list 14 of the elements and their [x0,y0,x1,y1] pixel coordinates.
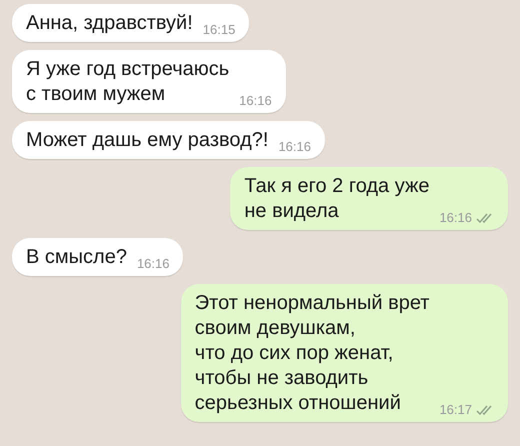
double-check-icon [476,212,494,224]
message-time: 16:17 [439,402,472,418]
message-time: 16:15 [202,22,236,38]
message-time: 16:16 [136,256,170,272]
message-text: Этот ненормальный врет своим девушкам, что до сих пор женат, чтобы не заводить серьезных отношений [194,291,430,416]
message-text: Может дашь ему развод?! [26,128,268,153]
message-text: Я уже год встречаюсь с твоим мужем [26,57,230,107]
double-check-icon [476,404,494,416]
message-text: В смысле? [26,245,127,270]
message-text: Так я его 2 года уже не видела [244,174,430,224]
message-time: 16:16 [439,210,472,226]
message-time: 16:16 [278,139,311,155]
message-time: 16:16 [239,93,272,109]
message-text: Анна, здравствуй! [26,11,193,36]
